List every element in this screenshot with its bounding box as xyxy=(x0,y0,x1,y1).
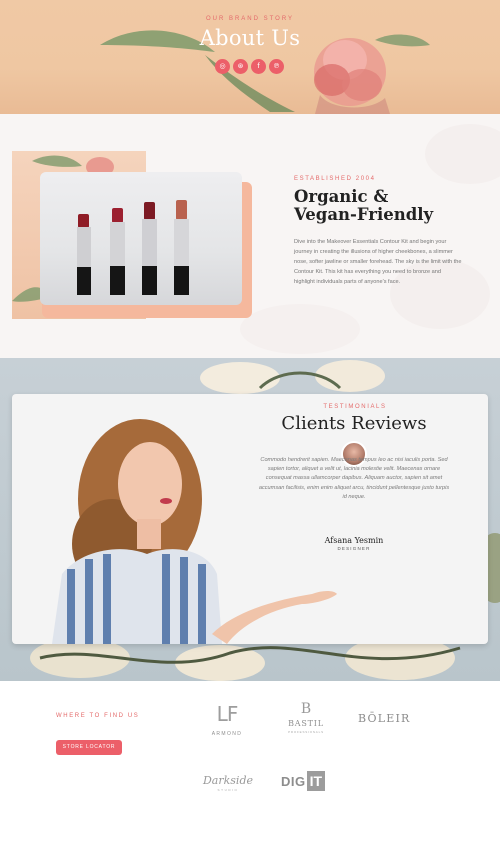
reviewer-role: DESIGNER xyxy=(337,546,371,551)
where-to-find-section: WHERE TO FIND US STORE LOCATOR LF ARMOND… xyxy=(0,681,500,851)
dribbble-icon[interactable]: ⊛ xyxy=(233,59,248,74)
hero-section: OUR BRAND STORY About Us ◎ ⊛ f ℗ xyxy=(0,0,500,114)
where-to-find-eyebrow: WHERE TO FIND US xyxy=(56,713,140,719)
armond-logo-mark: LF xyxy=(216,702,239,726)
about-heading-line1: Organic & xyxy=(294,187,389,206)
social-links: ◎ ⊛ f ℗ xyxy=(215,59,284,74)
lipsticks-illustration xyxy=(77,200,189,295)
digit-logo-left: DIG xyxy=(281,773,306,789)
bastil-logo-mark: B xyxy=(300,701,312,717)
about-section: ESTABLISHED 2004 Organic & Vegan-Friendl… xyxy=(0,114,500,358)
darkside-logo[interactable]: Darkside STUDIO xyxy=(200,774,256,792)
facebook-icon[interactable]: f xyxy=(251,59,266,74)
digit-logo-right: IT xyxy=(306,771,326,791)
testimonials-heading: Clients Reviews xyxy=(281,413,427,434)
pinterest-icon[interactable]: ℗ xyxy=(269,59,284,74)
bastil-logo-subtext: PROFESSIONALS xyxy=(288,730,324,734)
darkside-logo-subtext: STUDIO xyxy=(217,788,239,792)
about-heading-line2: Vegan-Friendly xyxy=(294,205,434,224)
hero-eyebrow: OUR BRAND STORY xyxy=(205,16,295,22)
about-heading: Organic & Vegan-Friendly xyxy=(294,188,474,224)
reviewer-name: Afsana Yesmin xyxy=(324,536,384,545)
review-quote: Commodo hendrerit sapien. Maecenas tempu… xyxy=(258,457,450,500)
about-description: Dive into the Makeover Essentials Contou… xyxy=(294,239,462,285)
darkside-logo-text: Darkside xyxy=(202,774,253,787)
instagram-icon[interactable]: ◎ xyxy=(215,59,230,74)
armond-logo[interactable]: LF ARMOND xyxy=(205,701,249,737)
boleir-logo[interactable]: BŌLEIR xyxy=(358,712,410,725)
lipstick-product-photo xyxy=(40,172,242,305)
page-title: About Us xyxy=(199,26,301,50)
testimonials-eyebrow: TESTIMONIALS xyxy=(323,404,387,410)
armond-logo-text: ARMOND xyxy=(211,731,243,737)
store-locator-button[interactable]: STORE LOCATOR xyxy=(56,740,122,755)
digit-logo[interactable]: DIG IT xyxy=(281,771,326,791)
testimonials-section: TESTIMONIALS Clients Reviews Commodo hen… xyxy=(0,358,500,681)
bastil-logo-text: BASTIL xyxy=(288,719,324,728)
bastil-logo[interactable]: B BASTIL PROFESSIONALS xyxy=(283,701,329,734)
about-eyebrow: ESTABLISHED 2004 xyxy=(294,176,376,182)
